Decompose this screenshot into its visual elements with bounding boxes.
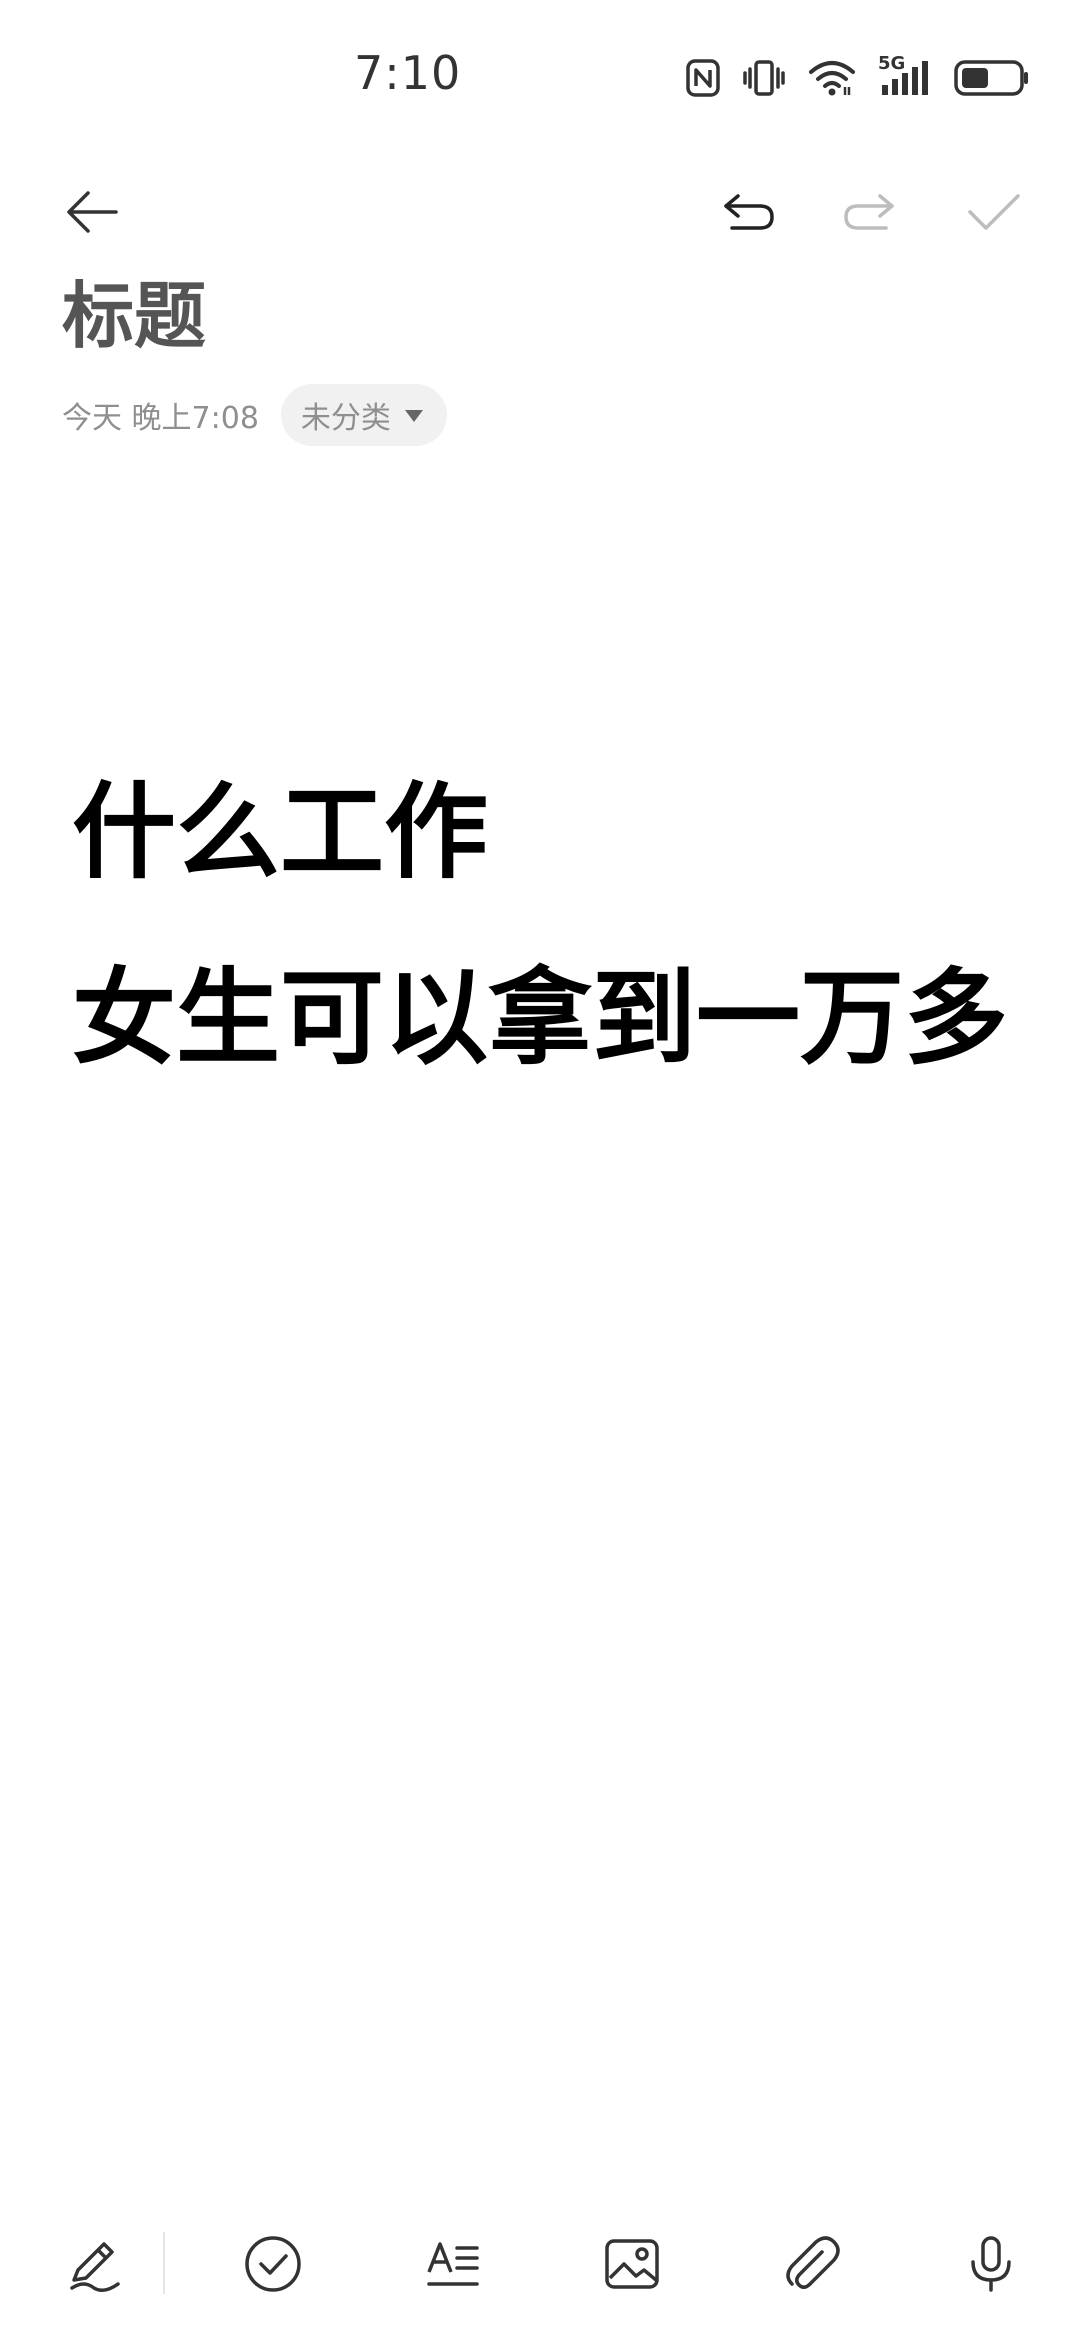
undo-button[interactable] <box>712 182 784 242</box>
note-line-1: 什么工作 <box>72 771 489 893</box>
status-time: 7:10 <box>354 46 462 100</box>
text-format-icon <box>427 2242 479 2286</box>
nfc-icon <box>686 59 720 97</box>
note-body[interactable]: 什么工作 女生可以拿到一万多 <box>72 780 1032 1070</box>
vibrate-icon <box>742 59 786 97</box>
status-icons: 5G <box>686 52 1030 104</box>
microphone-icon <box>971 2236 1011 2292</box>
voice-input-button[interactable] <box>955 2228 1027 2300</box>
insert-image-button[interactable] <box>596 2228 668 2300</box>
attachment-button[interactable] <box>776 2228 848 2300</box>
check-icon <box>968 194 1020 230</box>
note-line-2: 女生可以拿到一万多 <box>72 957 1009 1079</box>
image-icon <box>605 2239 659 2289</box>
network-type-label: 5G <box>878 53 906 74</box>
note-date: 今天 晚上7:08 <box>62 401 259 436</box>
handwriting-button[interactable] <box>58 2228 130 2300</box>
arrow-left-icon <box>67 191 118 233</box>
toolbar-divider <box>163 2232 165 2294</box>
back-button[interactable] <box>56 182 128 242</box>
paperclip-icon <box>786 2236 840 2289</box>
undo-icon <box>724 194 774 230</box>
status-bar: 7:10 5G <box>0 0 1080 150</box>
caret-down-icon <box>404 410 423 422</box>
category-label: 未分类 <box>300 401 391 436</box>
note-toolbar <box>0 170 1080 250</box>
battery-icon <box>954 59 1030 97</box>
redo-icon <box>844 194 894 230</box>
wifi-icon <box>808 59 856 97</box>
check-circle-icon <box>245 2236 301 2292</box>
note-title[interactable]: 标题 <box>62 280 206 352</box>
cellular-signal-icon: 5G <box>878 53 932 97</box>
bottom-toolbar <box>0 2220 1080 2310</box>
category-selector[interactable]: 未分类 <box>280 384 447 446</box>
pen-icon <box>70 2242 120 2292</box>
text-format-button[interactable] <box>417 2228 489 2300</box>
note-meta: 今天 晚上7:08 未分类 <box>62 384 447 446</box>
checklist-button[interactable] <box>237 2228 309 2300</box>
done-button[interactable] <box>958 182 1030 242</box>
redo-button[interactable] <box>834 182 906 242</box>
